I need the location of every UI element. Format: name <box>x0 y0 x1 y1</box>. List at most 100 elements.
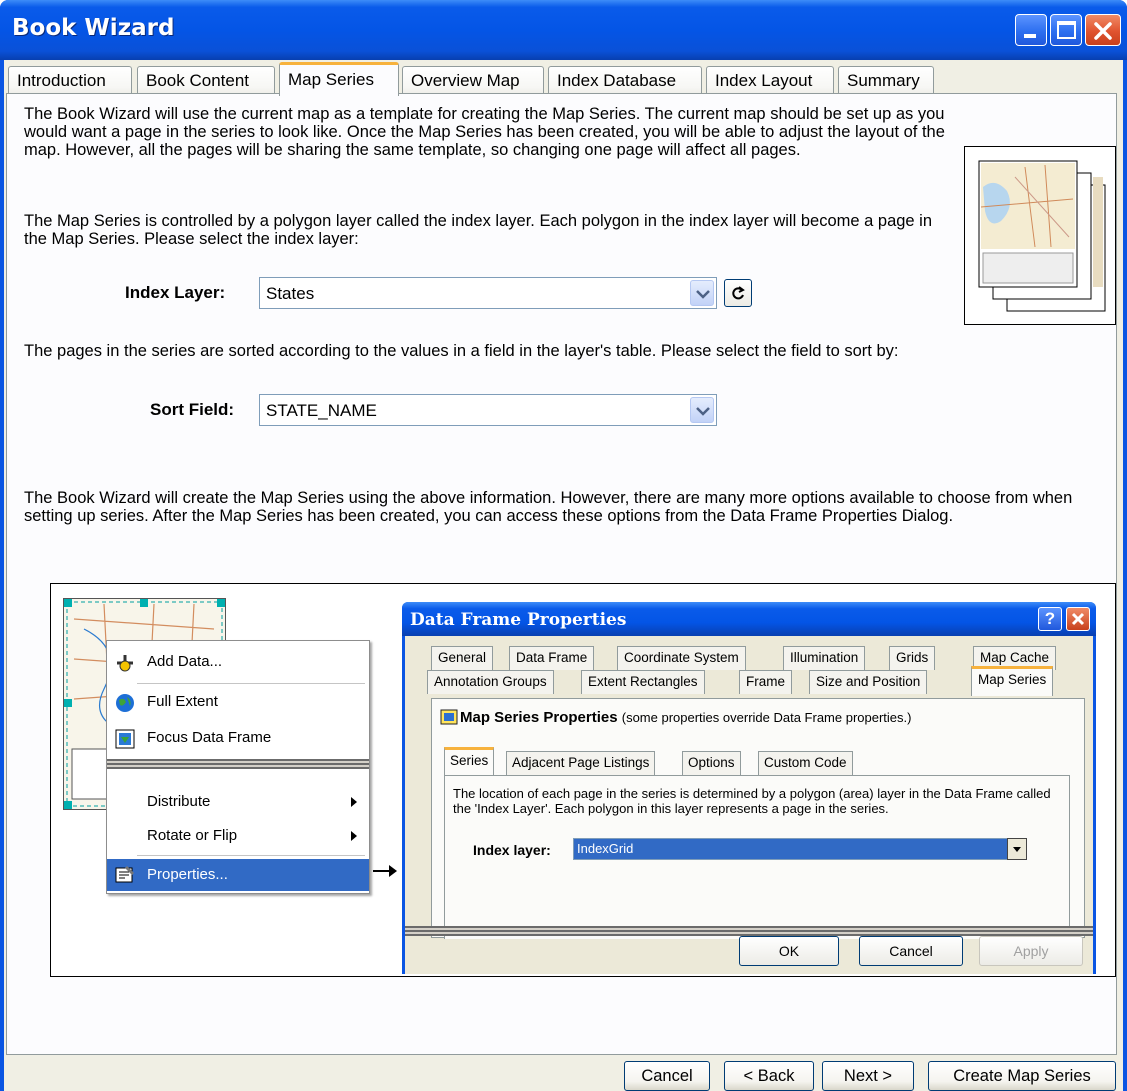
window-title: Book Wizard <box>12 15 175 41</box>
dialog-tab-general[interactable]: General <box>431 646 494 670</box>
sort-field-dropdown-button[interactable] <box>690 397 714 423</box>
menu-item-focus-data-frame[interactable]: Focus Data Frame <box>107 721 369 755</box>
dialog-tab-annotation-groups[interactable]: Annotation Groups <box>427 670 554 694</box>
menu-item-full-extent[interactable]: Full Extent <box>107 685 369 719</box>
menu-item-rotate-or-flip[interactable]: Rotate or Flip <box>107 819 369 853</box>
dialog-tab-extent-rectangles[interactable]: Extent Rectangles <box>581 670 705 694</box>
index-layer-dropdown-button[interactable] <box>690 280 714 306</box>
dialog-tab-grids[interactable]: Grids <box>889 646 936 670</box>
inner-tab-adjacent-page-listings[interactable]: Adjacent Page Listings <box>506 751 656 775</box>
map-series-heading: Map Series Properties (some properties o… <box>460 709 911 726</box>
tab-introduction[interactable]: Introduction <box>8 66 132 96</box>
dialog-ok-button[interactable]: OK <box>739 936 839 966</box>
dialog-break-marker <box>405 926 1093 936</box>
menu-item-distribute[interactable]: Distribute <box>107 785 369 819</box>
globe-icon <box>116 694 134 712</box>
menu-item-label: Full Extent <box>147 693 218 710</box>
create-map-series-button[interactable]: Create Map Series <box>928 1061 1116 1091</box>
add-data-icon <box>117 655 133 672</box>
inner-tab-custom-code[interactable]: Custom Code <box>758 751 853 775</box>
intro-paragraph: The Book Wizard will use the current map… <box>24 105 945 159</box>
close-icon <box>1071 612 1085 626</box>
properties-icon <box>115 866 134 883</box>
chevron-down-icon <box>696 407 710 416</box>
refresh-icon <box>732 286 745 300</box>
menu-separator <box>137 683 365 684</box>
dialog-title-bar: Data Frame Properties ? <box>402 602 1096 636</box>
menu-item-properties[interactable]: Properties... <box>107 859 369 891</box>
sort-paragraph: The pages in the series are sorted accor… <box>24 342 899 360</box>
dialog-index-dropdown-button[interactable] <box>1007 838 1027 860</box>
index-layer-select[interactable]: States <box>259 277 717 309</box>
map-series-icon <box>440 709 458 725</box>
series-tab-panel: The location of each page in the series … <box>444 775 1070 939</box>
inner-tab-options[interactable]: Options <box>682 751 741 775</box>
menu-item-add-data[interactable]: Add Data... <box>107 645 369 679</box>
maximize-icon <box>1057 21 1076 39</box>
index-paragraph: The Map Series is controlled by a polygo… <box>24 212 933 248</box>
menu-break-marker <box>107 759 369 769</box>
index-layer-value: States <box>266 284 315 303</box>
dialog-apply-button[interactable]: Apply <box>979 936 1083 966</box>
dialog-index-layer-label: Index layer: <box>473 842 551 858</box>
inner-tab-series[interactable]: Series <box>444 747 495 775</box>
map-series-heading-title: Map Series Properties <box>460 709 618 726</box>
sort-field-select[interactable]: STATE_NAME <box>259 394 717 426</box>
dialog-client: General Data Frame Coordinate System Ill… <box>405 636 1093 974</box>
dialog-index-layer-value: IndexGrid <box>577 841 634 856</box>
dialog-tab-size-and-position[interactable]: Size and Position <box>809 670 928 694</box>
dialog-cancel-button[interactable]: Cancel <box>859 936 963 966</box>
options-paragraph: The Book Wizard will create the Map Seri… <box>24 489 1073 525</box>
data-frame-properties-dialog: Data Frame Properties ? General Data Fra… <box>402 602 1096 974</box>
minimize-icon <box>1024 34 1036 38</box>
title-bar[interactable]: Book Wizard <box>0 0 1127 60</box>
map-series-properties-page: Map Series Properties (some properties o… <box>431 698 1085 939</box>
data-frame-properties-illustration: Add Data... Full Extent Focus Data Frame… <box>50 583 1116 977</box>
tab-book-content[interactable]: Book Content <box>137 66 275 96</box>
tab-index-database[interactable]: Index Database <box>548 66 702 96</box>
focus-frame-icon <box>115 729 135 749</box>
menu-item-label: Rotate or Flip <box>147 827 238 844</box>
wizard-tabs: Introduction Book Content Map Series Ove… <box>4 62 1123 96</box>
dialog-tab-data-frame[interactable]: Data Frame <box>509 646 595 670</box>
index-layer-label: Index Layer: <box>125 283 226 302</box>
submenu-arrow-icon <box>351 797 357 807</box>
close-button[interactable] <box>1085 14 1121 46</box>
chevron-down-icon <box>1013 847 1021 852</box>
dialog-close-button[interactable] <box>1066 607 1090 631</box>
tab-map-series[interactable]: Map Series <box>279 62 399 96</box>
menu-item-label: Add Data... <box>147 653 223 670</box>
series-description: The location of each page in the series … <box>453 786 1051 816</box>
dialog-tab-coordinate-system[interactable]: Coordinate System <box>617 646 746 670</box>
book-wizard-window: Book Wizard Introduction Book Content Ma… <box>0 0 1127 1091</box>
minimize-button[interactable] <box>1015 14 1047 46</box>
dialog-tab-illumination[interactable]: Illumination <box>783 646 866 670</box>
close-icon <box>1094 22 1112 40</box>
wizard-client-area: Introduction Book Content Map Series Ove… <box>4 60 1123 1091</box>
next-button[interactable]: Next > <box>822 1061 914 1091</box>
maximize-button[interactable] <box>1050 14 1082 46</box>
context-menu: Add Data... Full Extent Focus Data Frame… <box>106 640 370 894</box>
sort-field-label: Sort Field: <box>150 400 235 419</box>
menu-item-label: Focus Data Frame <box>147 729 272 746</box>
map-pages-image <box>978 160 1106 312</box>
cancel-button[interactable]: Cancel <box>624 1061 710 1091</box>
chevron-down-icon <box>696 290 710 299</box>
dialog-tab-map-series[interactable]: Map Series <box>971 666 1054 696</box>
dialog-title: Data Frame Properties <box>410 610 627 630</box>
arrow-head-icon <box>389 865 397 877</box>
back-button[interactable]: < Back <box>724 1061 814 1091</box>
map-pages-thumbnail <box>964 146 1116 325</box>
menu-item-label: Distribute <box>147 793 211 810</box>
submenu-arrow-icon <box>351 831 357 841</box>
tab-index-layout[interactable]: Index Layout <box>706 66 834 96</box>
menu-item-label: Properties... <box>147 866 228 883</box>
tab-overview-map[interactable]: Overview Map <box>402 66 544 96</box>
sort-field-value: STATE_NAME <box>266 401 377 420</box>
dialog-index-layer-select[interactable]: IndexGrid <box>573 838 1027 860</box>
tab-summary[interactable]: Summary <box>838 66 934 96</box>
dialog-tab-frame[interactable]: Frame <box>739 670 793 694</box>
help-icon[interactable]: ? <box>1038 607 1062 631</box>
map-series-heading-note: (some properties override Data Frame pro… <box>621 710 912 725</box>
refresh-layers-button[interactable] <box>724 279 752 307</box>
